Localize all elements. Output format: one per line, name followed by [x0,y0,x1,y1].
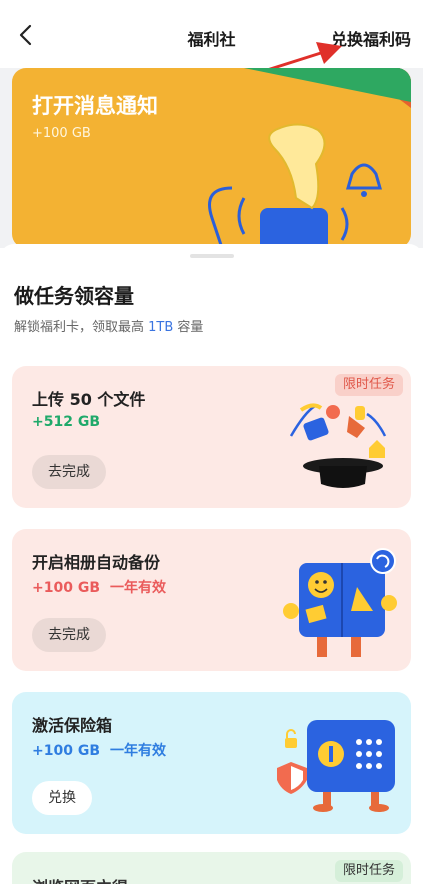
limited-time-badge: 限时任务 [334,374,403,396]
banner-title: 打开消息通知 [32,94,158,118]
task-reward: +512 GB [32,414,110,430]
task-card-upload-files[interactable]: 限时任务 上传 50 个文件 +512 GB 去完成 [12,366,411,508]
go-complete-button[interactable]: 去完成 [32,618,106,652]
task-reward-capacity: +100 GB [32,743,100,759]
section-subtitle: 解锁福利卡，领取最高 1TB 容量 [14,316,203,335]
task-validity: 一年有效 [110,580,166,596]
task-card-partial[interactable]: 限时任务 浏览网页立得 [12,852,411,884]
safe-box-illustration [277,720,395,812]
redeem-button[interactable]: 兑换 [32,781,92,815]
task-reward-capacity: +512 GB [32,414,100,430]
task-title: 开启相册自动备份 [32,553,161,572]
task-title: 上传 50 个文件 [32,390,146,409]
task-card-album-backup[interactable]: 开启相册自动备份 +100 GB 一年有效 去完成 [12,529,411,671]
limited-time-badge: 限时任务 [334,860,403,882]
top-bar: 福利社 兑换福利码 [0,0,423,68]
photo-album-illustration [283,548,397,657]
subtitle-prefix: 解锁福利卡，领取最高 [14,320,149,335]
task-reward: +100 GB 一年有效 [32,577,166,597]
section-title: 做任务领容量 [14,284,134,308]
task-title: 激活保险箱 [32,716,113,735]
task-reward-capacity: +100 GB [32,580,100,596]
task-title: 浏览网页立得 [32,874,128,884]
task-validity: 一年有效 [110,743,166,759]
notification-banner[interactable]: 打开消息通知 +100 GB [12,68,411,248]
banner-reward: +100 GB [32,126,91,141]
subtitle-highlight: 1TB [148,320,174,335]
go-complete-button[interactable]: 去完成 [32,455,106,489]
banner-area: 打开消息通知 +100 GB [0,68,423,248]
sheet-handle[interactable] [190,254,234,258]
task-reward: +100 GB 一年有效 [32,740,166,760]
subtitle-suffix: 容量 [173,320,204,335]
task-card-activate-safe[interactable]: 激活保险箱 +100 GB 一年有效 兑换 [12,692,411,834]
